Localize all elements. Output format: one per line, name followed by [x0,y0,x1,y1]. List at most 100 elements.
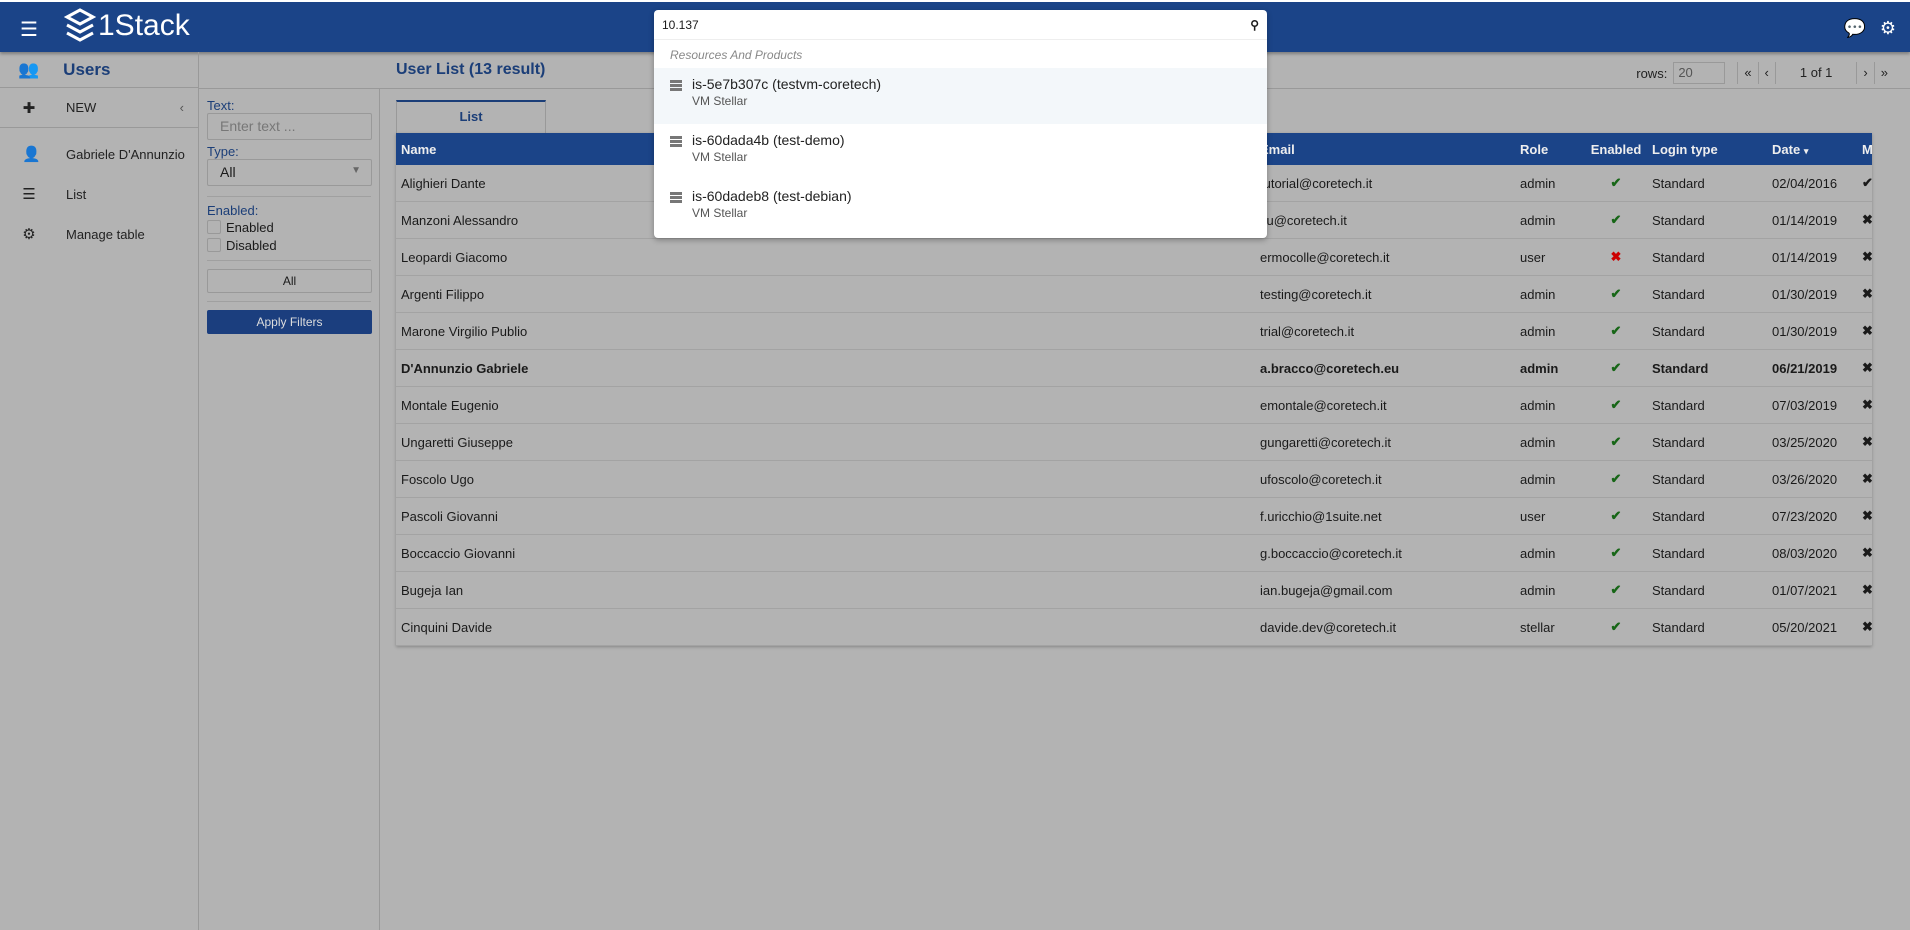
gear-icon[interactable]: ⚙ [1880,18,1896,39]
cell-date: 07/03/2019 [1772,397,1838,413]
caret-down-icon: ▼ [351,165,361,176]
table-row[interactable]: Pascoli Giovanni f.uricchio@1suite.net u… [396,498,1872,535]
main-cross-icon[interactable]: ✖ [1857,619,1872,635]
tab-list[interactable]: List [396,100,546,133]
col-date[interactable]: Date ▾ [1767,142,1857,157]
check-icon: ✔ [1610,619,1622,634]
main-cross-icon[interactable]: ✖ [1857,582,1872,598]
cell-date: 01/14/2019 [1772,249,1838,265]
check-icon: ✔ [1610,508,1622,523]
menu-icon[interactable]: ☰ [20,17,38,42]
check-icon: ✔ [1610,286,1622,301]
enabled-checkbox[interactable]: Enabled [207,218,371,236]
cell-date: 01/14/2019 [1772,212,1838,228]
search-result-item[interactable]: is-60dada4b (test-demo) VM Stellar [654,124,1267,180]
sidebar-header: 👥 Users [0,52,198,88]
check-icon: ✔ [1610,323,1622,338]
table-row[interactable]: Leopardi Giacomo ermocolle@coretech.it u… [396,239,1872,276]
cell-role: admin [1520,286,1556,302]
cell-name: Montale Eugenio [401,397,499,413]
table-row[interactable]: Cinquini Davide davide.dev@coretech.it s… [396,609,1872,646]
cell-name: Argenti Filippo [401,286,485,302]
table-row[interactable]: Montale Eugenio emontale@coretech.it adm… [396,387,1872,424]
table-row[interactable]: D'Annunzio Gabriele a.bracco@coretech.eu… [396,350,1872,387]
cell-login-type: Standard [1652,175,1705,191]
table-row[interactable]: Boccaccio Giovanni g.boccaccio@coretech.… [396,535,1872,572]
result-subtitle: VM Stellar [692,206,748,220]
disabled-checkbox[interactable]: Disabled [207,236,371,254]
check-icon: ✔ [1610,360,1622,375]
sidebar-item-manage-table[interactable]: ⚙ Manage table [0,214,198,254]
cell-login-type: Standard [1652,582,1705,598]
last-page-button[interactable]: » [1873,62,1894,84]
cell-email: a.bracco@coretech.eu [1260,360,1400,376]
cross-icon: ✖ [1610,249,1622,264]
sidebar-item-user[interactable]: 👤 Gabriele D'Annunzio [0,134,198,174]
sidebar-item-new[interactable]: ✚ NEW ‹ [0,88,198,128]
search-icon[interactable]: ⚲ [1250,18,1259,32]
main-cross-icon[interactable]: ✖ [1857,471,1872,487]
cell-name: Pascoli Giovanni [401,508,498,524]
table-row[interactable]: Argenti Filippo testing@coretech.it admi… [396,276,1872,313]
cell-login-type: Standard [1652,434,1705,450]
col-role[interactable]: Role [1515,142,1585,157]
cell-name: Cinquini Davide [401,619,493,635]
main-check-icon[interactable]: ✔ [1857,175,1872,191]
first-page-button[interactable]: « [1737,62,1757,84]
search-input[interactable]: 10.137 ⚲ [654,10,1267,40]
cell-date: 06/21/2019 [1772,360,1838,376]
cell-role: stellar [1520,619,1555,635]
check-icon: ✔ [1610,397,1622,412]
cell-login-type: Standard [1652,212,1705,228]
apply-filters-button[interactable]: Apply Filters [207,310,372,334]
type-select[interactable]: All ▼ [207,159,372,186]
sidebar-item-label: Manage table [66,226,145,242]
sidebar-item-list[interactable]: ☰ List [0,174,198,214]
next-page-button[interactable]: › [1856,62,1873,84]
user-icon: 👤 [22,146,41,163]
enabled-label: Enabled: [207,203,259,218]
main-cross-icon[interactable]: ✖ [1857,249,1872,265]
col-login-type[interactable]: Login type [1647,142,1767,157]
table-row[interactable]: Bugeja Ian ian.bugeja@gmail.com admin ✔ … [396,572,1872,609]
main-cross-icon[interactable]: ✖ [1857,212,1872,228]
cell-email: testing@coretech.it [1260,286,1372,302]
chat-icon[interactable]: 💬 [1844,18,1866,39]
main-cross-icon[interactable]: ✖ [1857,545,1872,561]
main-cross-icon[interactable]: ✖ [1857,286,1872,302]
main-cross-icon[interactable]: ✖ [1857,397,1872,413]
table-row[interactable]: Foscolo Ugo ufoscolo@coretech.it admin ✔… [396,461,1872,498]
col-email[interactable]: Email [1255,142,1515,157]
table-row[interactable]: Ungaretti Giuseppe gungaretti@coretech.i… [396,424,1872,461]
result-subtitle: VM Stellar [692,94,748,108]
search-result-item[interactable]: is-5e7b307c (testvm-coretech) VM Stellar [654,68,1267,124]
cell-role: admin [1520,323,1556,339]
col-main[interactable]: Main [1857,142,1872,157]
rows-input[interactable]: 20 [1673,62,1726,84]
logo-text: 1Stack [98,9,190,42]
main-cross-icon[interactable]: ✖ [1857,360,1872,376]
main-cross-icon[interactable]: ✖ [1857,508,1872,524]
table-row[interactable]: Marone Virgilio Publio trial@coretech.it… [396,313,1872,350]
sort-desc-icon: ▾ [1803,145,1809,156]
logo[interactable]: 1Stack [64,8,190,44]
checkbox-label: Disabled [226,237,277,253]
prev-page-button[interactable]: ‹ [1757,62,1775,84]
cell-role: admin [1520,545,1556,561]
cell-date: 05/20/2021 [1772,619,1838,635]
all-button[interactable]: All [207,269,372,293]
text-filter-input[interactable]: Enter text ... [207,113,372,140]
col-enabled[interactable]: Enabled [1585,142,1647,157]
cell-role: admin [1520,471,1556,487]
server-icon [670,80,682,116]
cell-login-type: Standard [1652,619,1705,635]
cell-login-type: Standard [1652,545,1705,561]
chevron-left-icon[interactable]: ‹ [180,100,184,115]
main-cross-icon[interactable]: ✖ [1857,434,1872,450]
result-title: is-5e7b307c (testvm-coretech) [692,76,882,92]
cell-name: Boccaccio Giovanni [401,545,516,561]
cell-role: admin [1520,175,1556,191]
cell-email: emontale@coretech.it [1260,397,1387,413]
main-cross-icon[interactable]: ✖ [1857,323,1872,339]
search-result-item[interactable]: is-60dadeb8 (test-debian) VM Stellar [654,180,1267,236]
